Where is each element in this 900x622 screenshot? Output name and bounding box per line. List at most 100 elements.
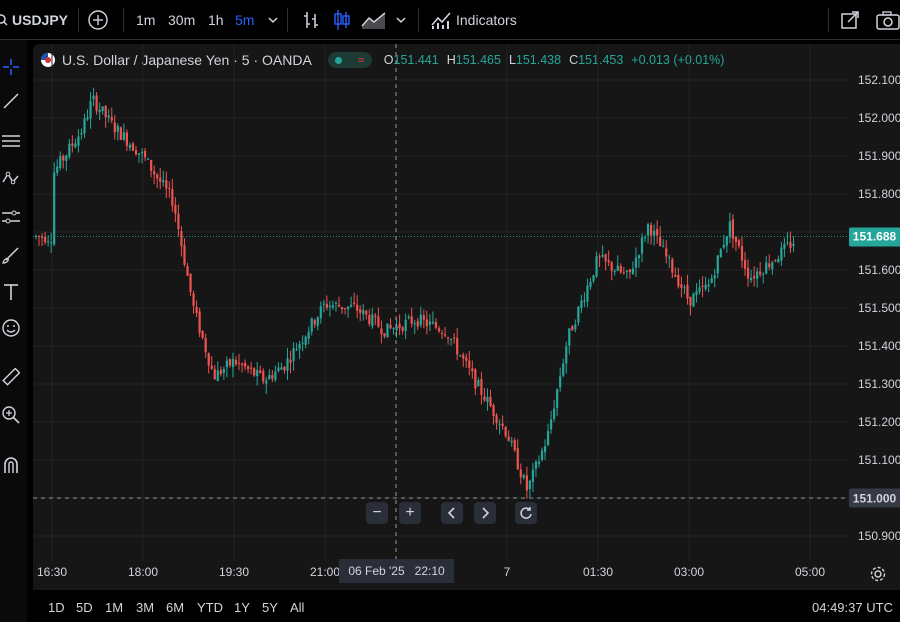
zoom-in-button[interactable]: + xyxy=(399,502,421,524)
candle-body xyxy=(292,348,295,362)
crosshair-time: 22:10 xyxy=(414,564,445,578)
candle-body xyxy=(486,397,489,403)
candle-body xyxy=(168,188,171,190)
candle-body xyxy=(304,336,307,345)
candle-body xyxy=(231,359,235,368)
range-button-ytd[interactable]: YTD xyxy=(197,600,223,615)
candle-body xyxy=(556,389,559,408)
candle-body xyxy=(592,275,595,282)
range-button-1d[interactable]: 1D xyxy=(48,600,65,615)
candle-body xyxy=(525,475,528,491)
candle-body xyxy=(43,237,47,243)
candle-body xyxy=(510,440,513,443)
candlestick-chart[interactable] xyxy=(0,0,900,622)
candle-body xyxy=(465,357,468,361)
range-button-3m[interactable]: 3M xyxy=(136,600,154,615)
candle-body xyxy=(259,370,262,373)
candle-body xyxy=(143,150,147,158)
reset-chart-button[interactable] xyxy=(515,502,537,524)
candle-body xyxy=(528,480,531,490)
candle-body xyxy=(389,324,392,329)
candle-body xyxy=(162,180,165,183)
utc-clock[interactable]: 04:49:37 UTC xyxy=(812,600,893,615)
candle-body xyxy=(59,156,62,169)
candle-body xyxy=(298,344,301,349)
candle-body xyxy=(401,327,404,331)
candle-body xyxy=(740,246,744,261)
range-button-5d[interactable]: 5D xyxy=(76,600,93,615)
axis-settings-gear-icon[interactable] xyxy=(869,565,887,586)
candle-body xyxy=(134,150,138,155)
candle-body xyxy=(243,362,247,367)
crosshair-date: 06 Feb '25 xyxy=(348,564,405,578)
candle-body xyxy=(74,143,77,148)
candle-body xyxy=(368,315,371,324)
candle-body xyxy=(113,122,116,133)
time-tick-label: 05:00 xyxy=(794,565,826,579)
scroll-left-button[interactable] xyxy=(441,502,463,524)
candle-body xyxy=(568,328,571,346)
candle-body xyxy=(719,249,722,258)
candle-body xyxy=(662,246,665,248)
candle-body xyxy=(222,368,225,373)
candle-body xyxy=(492,404,495,416)
candle-body xyxy=(392,328,395,330)
candle-body xyxy=(140,151,144,154)
candle-body xyxy=(471,368,474,372)
candle-body xyxy=(550,419,553,430)
candle-body xyxy=(277,367,280,372)
candle-body xyxy=(534,461,538,469)
candle-body xyxy=(331,305,335,308)
range-button-1y[interactable]: 1Y xyxy=(234,600,250,615)
range-button-6m[interactable]: 6M xyxy=(166,600,184,615)
candle-body xyxy=(150,160,153,171)
candle-body xyxy=(689,296,692,306)
candle-body xyxy=(771,262,774,270)
candle-body xyxy=(186,266,189,276)
candle-body xyxy=(413,323,416,325)
candle-body xyxy=(340,307,344,310)
candle-body xyxy=(156,174,159,179)
candle-body xyxy=(737,240,741,247)
candle-body xyxy=(177,213,180,230)
candle-body xyxy=(189,273,192,292)
candle-body xyxy=(147,158,150,160)
candle-body xyxy=(350,304,353,307)
candle-body xyxy=(483,396,486,401)
range-button-all[interactable]: All xyxy=(290,600,304,615)
range-button-1m[interactable]: 1M xyxy=(105,600,123,615)
price-tick-label: 152.000 xyxy=(858,111,900,125)
candle-body xyxy=(456,337,459,355)
candle-body xyxy=(425,319,428,327)
candle-body xyxy=(780,247,783,261)
candle-body xyxy=(671,259,674,273)
scroll-right-button[interactable] xyxy=(474,502,496,524)
candle-body xyxy=(595,256,598,277)
candle-body xyxy=(628,269,631,273)
candle-body xyxy=(768,263,771,268)
candle-body xyxy=(668,257,671,259)
crosshair-price-label: 151.000 xyxy=(849,488,900,508)
candle-body xyxy=(271,375,274,379)
candle-body xyxy=(610,262,613,271)
candle-body xyxy=(571,326,574,331)
candle-body xyxy=(692,293,695,307)
zoom-out-button[interactable]: − xyxy=(366,502,388,524)
candle-body xyxy=(283,366,286,371)
candle-body xyxy=(295,349,298,351)
candle-body xyxy=(104,105,107,118)
range-button-5y[interactable]: 5Y xyxy=(262,600,278,615)
candle-body xyxy=(310,318,313,332)
candle-body xyxy=(504,427,507,437)
candle-body xyxy=(262,371,265,382)
price-tick-label: 152.100 xyxy=(858,73,900,87)
candle-body xyxy=(65,155,68,161)
candle-body xyxy=(743,259,747,269)
candle-body xyxy=(159,177,162,182)
candle-body xyxy=(619,265,622,273)
candle-body xyxy=(234,360,238,365)
candle-body xyxy=(198,311,201,333)
candle-body xyxy=(180,231,183,246)
candle-body xyxy=(437,328,441,332)
candle-body xyxy=(753,276,756,279)
